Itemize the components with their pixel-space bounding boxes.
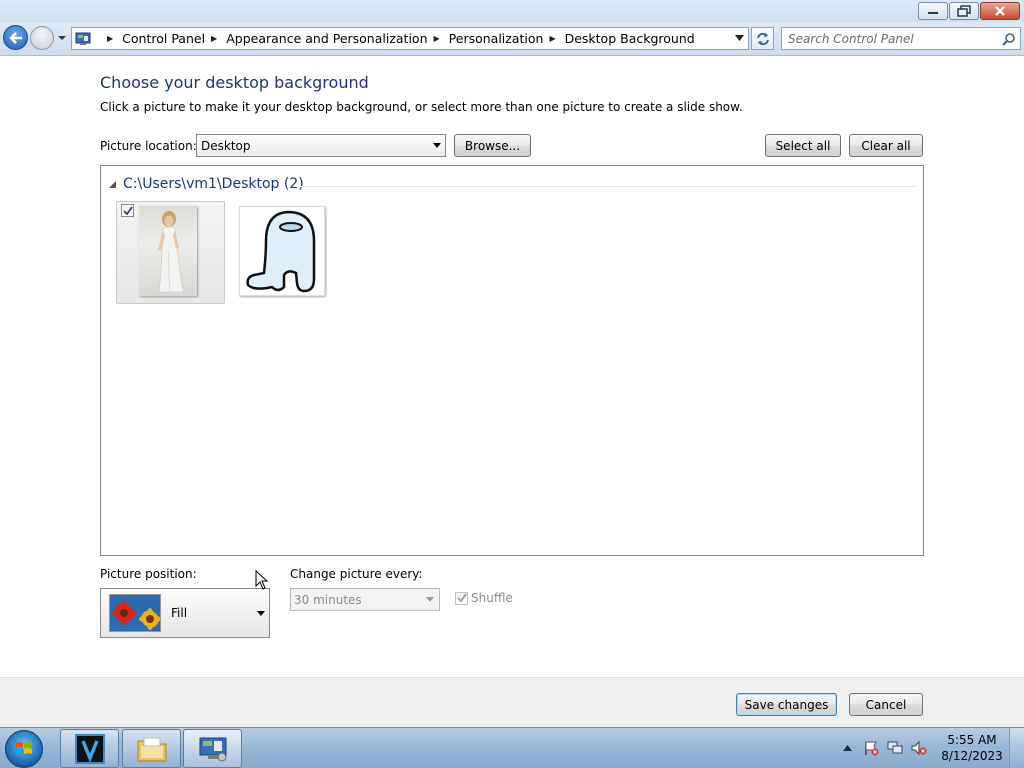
save-changes-button[interactable]: Save changes <box>736 693 837 716</box>
restore-icon <box>957 5 971 17</box>
mouse-cursor-icon <box>255 570 269 590</box>
change-picture-interval-select[interactable]: 30 minutes <box>290 588 440 611</box>
fill-preview-image <box>109 594 161 632</box>
page-title: Choose your desktop background <box>100 73 369 92</box>
change-picture-value: 30 minutes <box>294 592 362 607</box>
browse-button[interactable]: Browse... <box>454 134 531 157</box>
checkmark-icon <box>122 205 133 215</box>
group-title: C:\Users\vm1\Desktop (2) <box>123 176 304 192</box>
windows-logo-icon <box>16 742 32 754</box>
clock-time: 5:55 AM <box>947 733 997 747</box>
refresh-icon <box>756 32 769 45</box>
restore-button[interactable] <box>949 2 979 20</box>
recent-pages-dropdown-icon[interactable] <box>57 34 67 42</box>
picture-position-label: Picture position: <box>100 567 197 581</box>
volume-muted-icon[interactable] <box>911 740 927 756</box>
breadcrumb-appearance[interactable]: Appearance and Personalization ▶ <box>226 31 448 46</box>
navigation-bar: ▶ Control Panel ▶ Appearance and Personal… <box>0 22 1024 56</box>
cancel-button[interactable]: Cancel <box>849 693 923 716</box>
taskbar-v-app[interactable] <box>60 729 119 768</box>
chevron-up-icon <box>842 745 852 751</box>
picture-location-select[interactable]: Desktop <box>196 134 446 157</box>
taskbar-windows-explorer[interactable] <box>122 729 181 768</box>
notification-area: 5:55 AM 8/12/2023 <box>835 728 1024 768</box>
chevron-down-icon <box>426 597 434 602</box>
caption-buttons <box>918 2 1020 20</box>
system-clock[interactable]: 5:55 AM 8/12/2023 <box>939 732 1005 764</box>
clock-date: 8/12/2023 <box>941 749 1003 763</box>
minimize-icon <box>928 12 938 14</box>
taskbar: 5:55 AM 8/12/2023 <box>0 727 1024 768</box>
refresh-button[interactable] <box>751 27 774 50</box>
control-panel-icon <box>199 737 226 761</box>
group-divider <box>299 186 917 187</box>
picture-location-label: Picture location: <box>100 139 197 153</box>
shuffle-label: Shuffle <box>471 591 513 605</box>
control-panel-icon <box>75 31 93 47</box>
folder-icon <box>137 737 166 761</box>
main-content: Choose your desktop background Click a p… <box>0 57 1024 677</box>
search-icon[interactable] <box>1002 32 1016 46</box>
forward-button[interactable] <box>30 26 54 50</box>
address-history-dropdown-icon[interactable] <box>735 35 744 41</box>
checkmark-icon <box>456 593 467 603</box>
back-button[interactable] <box>3 25 28 50</box>
picture-position-value: Fill <box>171 606 188 620</box>
picture-thumbnail-selected[interactable] <box>116 201 225 304</box>
change-picture-label: Change picture every: <box>290 567 423 581</box>
breadcrumb-desktop-background[interactable]: Desktop Background <box>565 31 695 46</box>
picture-checkbox[interactable] <box>121 204 134 217</box>
minimize-button[interactable] <box>918 2 948 20</box>
close-icon <box>995 6 1005 16</box>
start-button[interactable] <box>5 730 43 768</box>
action-center-flag-icon[interactable] <box>863 740 879 756</box>
page-instructions: Click a picture to make it your desktop … <box>100 100 743 114</box>
shuffle-checkbox[interactable] <box>455 591 468 605</box>
woman-in-white-dress-photo <box>139 206 197 296</box>
chevron-down-icon <box>257 611 265 616</box>
clear-all-button[interactable]: Clear all <box>849 134 923 157</box>
search-input[interactable] <box>788 31 988 47</box>
group-header[interactable]: C:\Users\vm1\Desktop (2) <box>109 176 304 192</box>
v-app-icon <box>74 733 105 764</box>
show-desktop-button[interactable] <box>1009 728 1024 768</box>
picture-gallery[interactable]: C:\Users\vm1\Desktop (2) <box>100 165 924 556</box>
search-box[interactable] <box>781 27 1021 50</box>
among-us-crewmate-drawing <box>246 210 316 293</box>
select-all-button[interactable]: Select all <box>765 134 841 157</box>
collapse-triangle-icon[interactable] <box>109 180 116 188</box>
address-bar[interactable]: ▶ Control Panel ▶ Appearance and Personal… <box>71 27 749 50</box>
breadcrumb-personalization[interactable]: Personalization ▶ <box>449 31 565 46</box>
breadcrumb-control-panel[interactable]: Control Panel ▶ <box>122 31 226 46</box>
picture-location-value: Desktop <box>201 138 251 153</box>
network-icon[interactable] <box>887 740 903 756</box>
title-bar <box>0 0 1024 22</box>
shuffle-option[interactable]: Shuffle <box>455 591 513 605</box>
close-button[interactable] <box>980 2 1020 20</box>
back-arrow-icon <box>8 31 22 44</box>
picture-thumbnail[interactable] <box>239 206 325 296</box>
show-hidden-icons-button[interactable] <box>839 740 855 756</box>
taskbar-control-panel[interactable] <box>183 729 242 768</box>
breadcrumb-separator-icon[interactable]: ▶ <box>107 34 113 43</box>
chevron-down-icon <box>433 143 441 148</box>
footer-bar: Save changes Cancel <box>0 677 1024 727</box>
picture-position-select[interactable]: Fill <box>100 588 270 638</box>
